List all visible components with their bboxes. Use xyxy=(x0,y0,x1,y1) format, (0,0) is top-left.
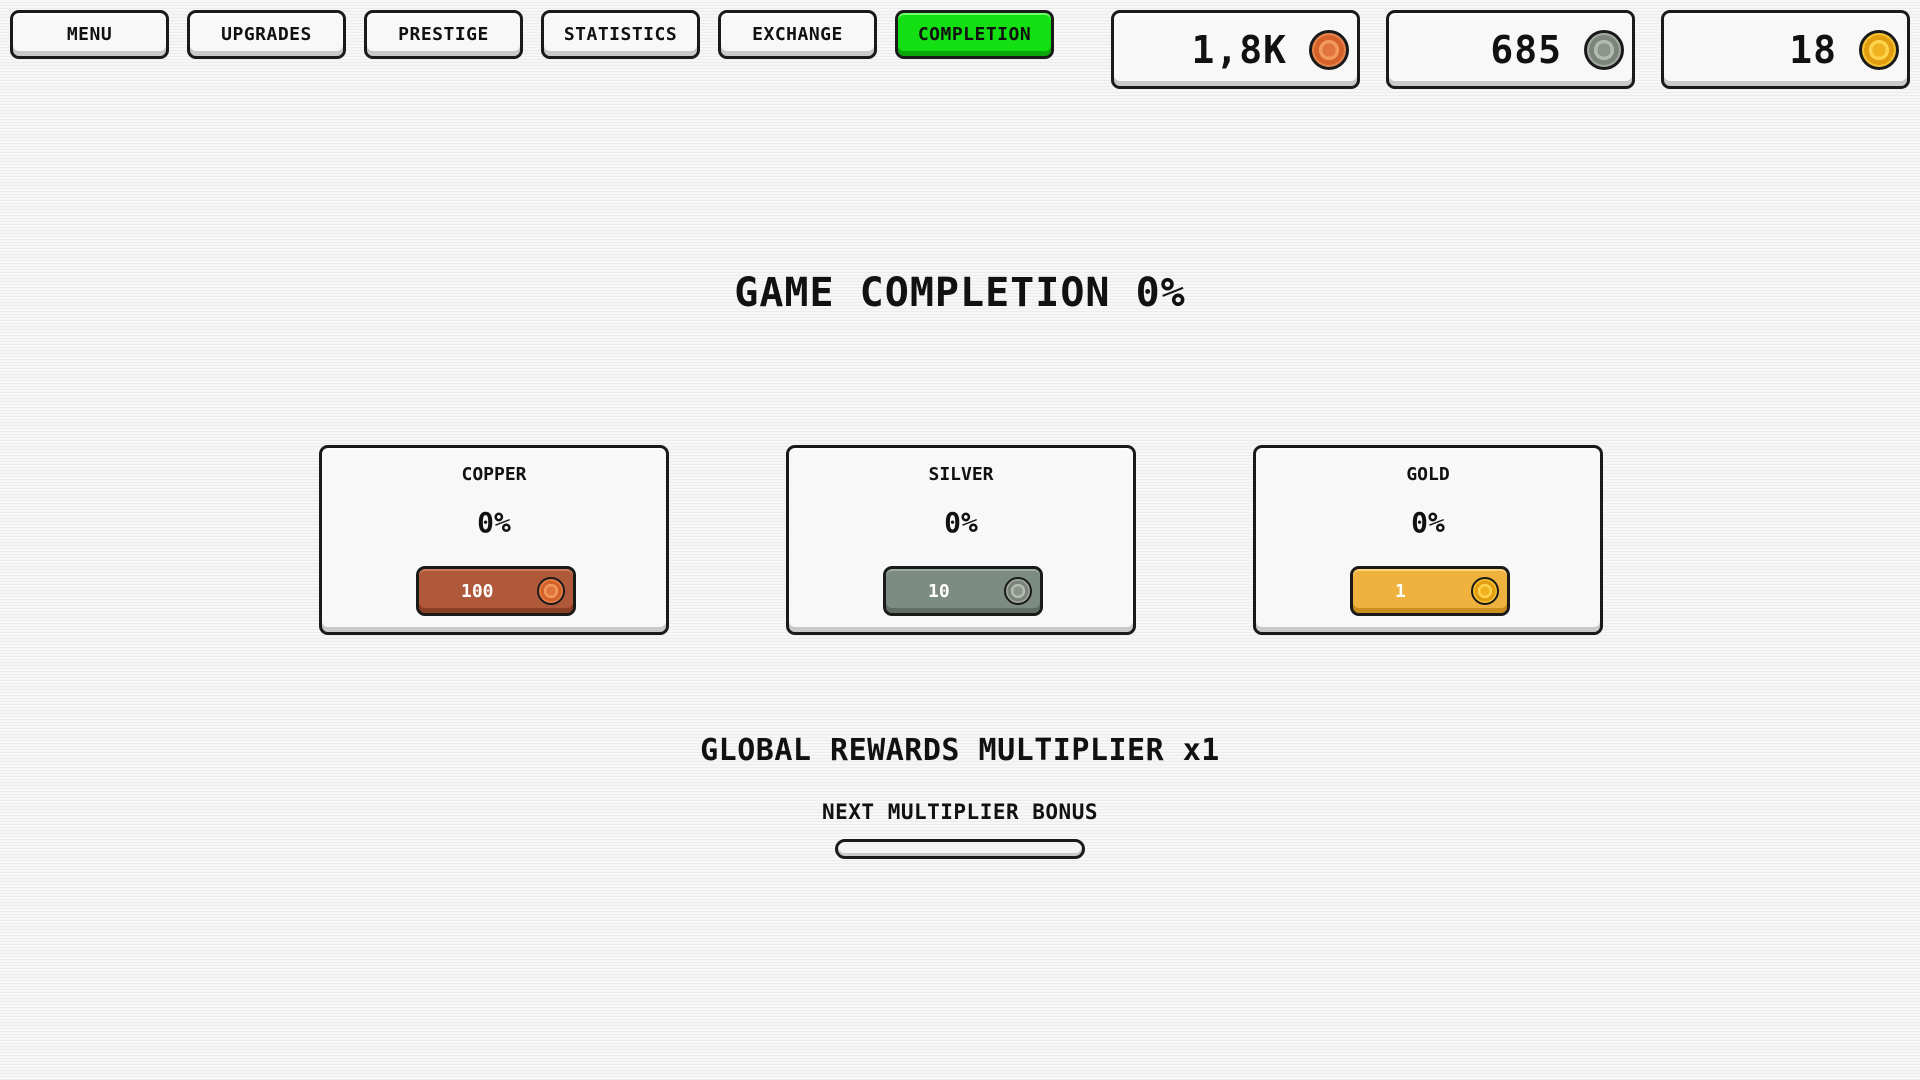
copper-balance-value: 1,8K xyxy=(1191,27,1287,72)
silver-completion-card: SILVER 0% 10 xyxy=(786,445,1136,635)
copper-balance: 1,8K xyxy=(1111,10,1360,89)
silver-coin-icon xyxy=(1004,577,1032,605)
gold-purchase-button[interactable]: 1 xyxy=(1350,566,1510,616)
silver-coin-icon xyxy=(1584,29,1624,70)
tab-menu[interactable]: MENU xyxy=(10,10,169,59)
page-title: GAME COMPLETION 0% xyxy=(734,270,1186,316)
tab-completion[interactable]: COMPLETION xyxy=(895,10,1054,59)
card-label: GOLD xyxy=(1406,464,1450,485)
silver-balance-value: 685 xyxy=(1490,27,1562,72)
gold-coin-icon xyxy=(1471,577,1499,605)
gold-cost: 1 xyxy=(1395,580,1406,602)
gold-completion-card: GOLD 0% 1 xyxy=(1253,445,1603,635)
tab-statistics[interactable]: STATISTICS xyxy=(541,10,700,59)
silver-cost: 10 xyxy=(928,580,950,602)
silver-balance: 685 xyxy=(1386,10,1635,89)
copper-purchase-button[interactable]: 100 xyxy=(416,566,576,616)
card-percent: 0% xyxy=(477,506,511,539)
card-percent: 0% xyxy=(944,506,978,539)
gold-coin-icon xyxy=(1859,29,1899,70)
currency-bar: 1,8K 685 18 xyxy=(1111,10,1910,89)
tab-exchange[interactable]: EXCHANGE xyxy=(718,10,877,59)
gold-balance: 18 xyxy=(1661,10,1910,89)
card-label: COPPER xyxy=(461,464,527,485)
gold-balance-value: 18 xyxy=(1789,27,1837,72)
copper-cost: 100 xyxy=(461,580,494,602)
silver-purchase-button[interactable]: 10 xyxy=(883,566,1043,616)
copper-coin-icon xyxy=(537,577,565,605)
tab-upgrades[interactable]: UPGRADES xyxy=(187,10,346,59)
copper-coin-icon xyxy=(1309,29,1349,70)
card-label: SILVER xyxy=(928,464,994,485)
copper-completion-card: COPPER 0% 100 xyxy=(319,445,669,635)
card-percent: 0% xyxy=(1411,506,1445,539)
next-multiplier-label: NEXT MULTIPLIER BONUS xyxy=(821,800,1098,824)
main-nav: MENU UPGRADES PRESTIGE STATISTICS EXCHAN… xyxy=(10,10,1054,59)
multiplier-progress-bar xyxy=(835,839,1085,859)
multiplier-title: GLOBAL REWARDS MULTIPLIER x1 xyxy=(700,733,1220,768)
tab-prestige[interactable]: PRESTIGE xyxy=(364,10,523,59)
